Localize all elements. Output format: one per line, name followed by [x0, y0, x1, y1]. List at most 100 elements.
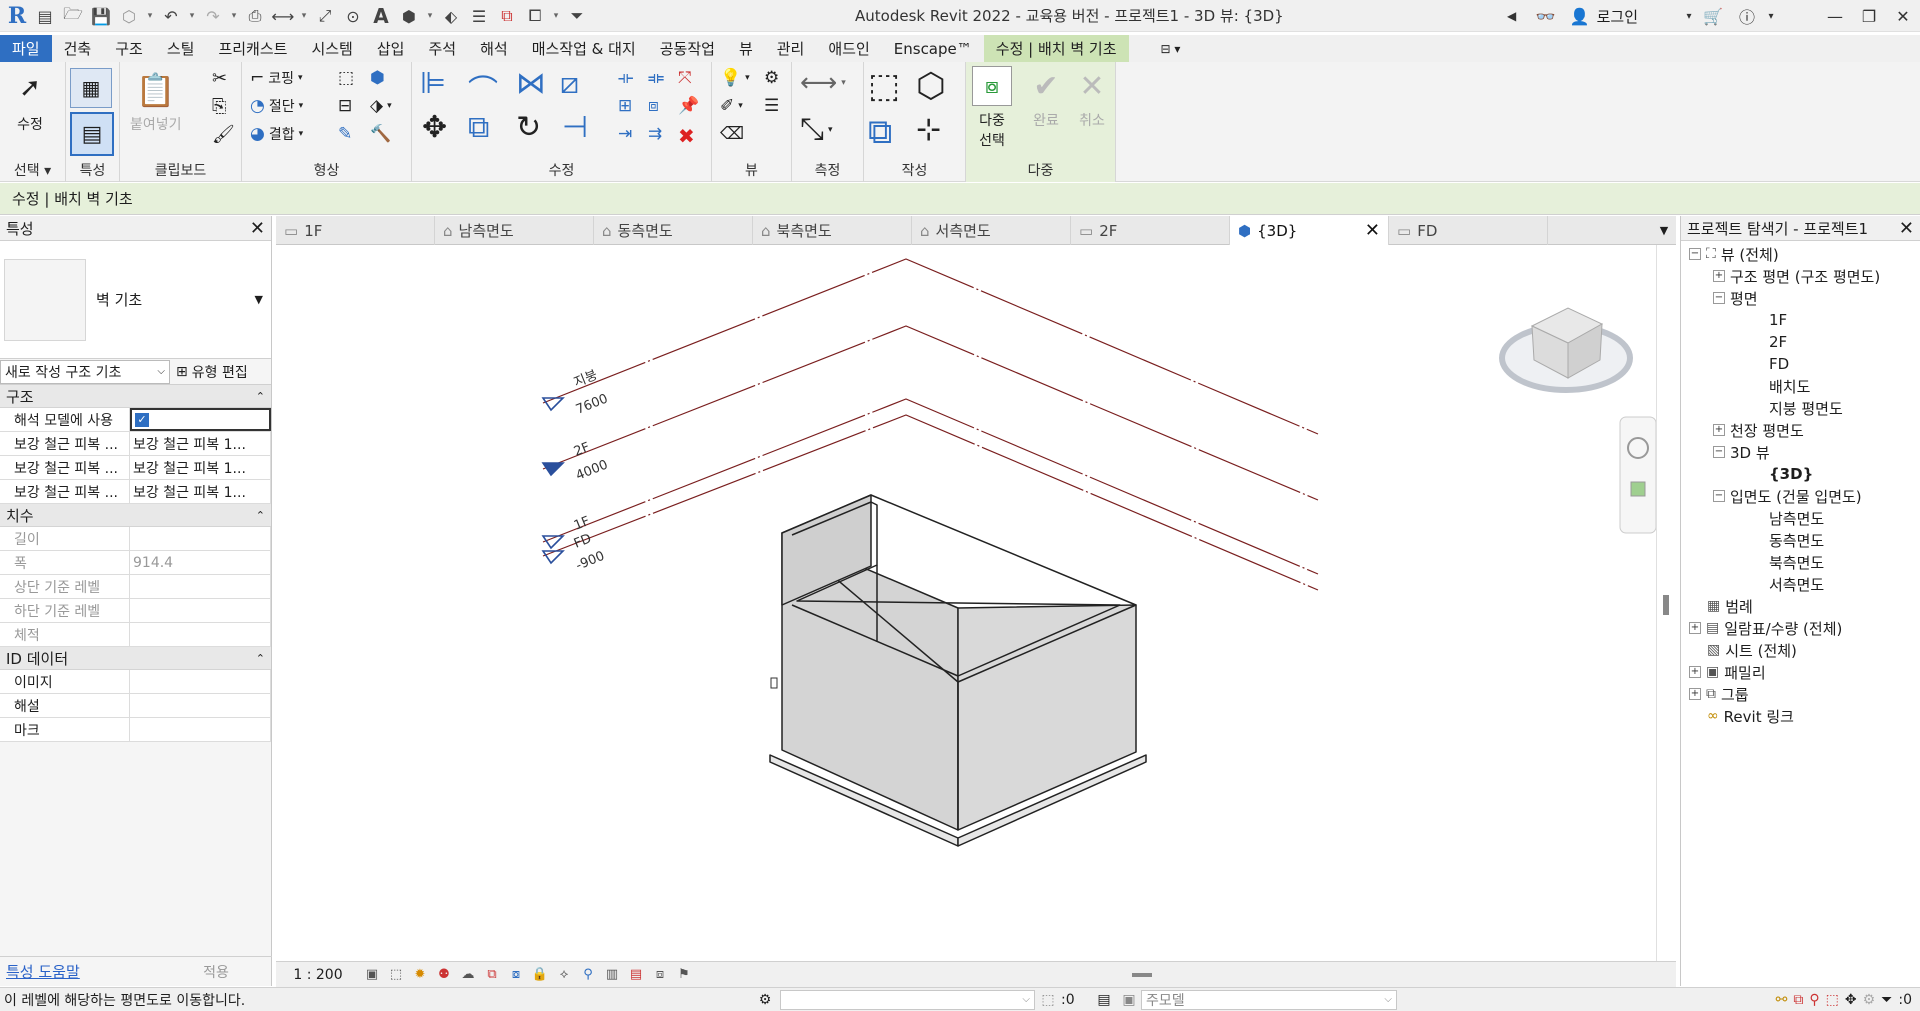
collapse-toggle[interactable]: − — [1713, 292, 1725, 304]
tab-view-west[interactable]: ⌂ 서측면도 — [912, 216, 1071, 245]
collapse-toggle[interactable]: − — [1689, 248, 1701, 260]
tree-node[interactable]: 남측면도 — [1769, 507, 1824, 529]
tab-view-1f[interactable]: ▭ 1F — [276, 216, 435, 245]
drag-elements-icon[interactable]: ✥ — [1845, 992, 1857, 1008]
thin-lines-view-icon[interactable]: ☰ — [764, 96, 779, 116]
cut-icon[interactable]: ✂ — [212, 68, 227, 89]
undo-icon[interactable]: ↶ — [158, 3, 184, 29]
tab-annotate[interactable]: 주석 — [416, 35, 468, 62]
edit-profile-icon[interactable]: ✎ — [338, 124, 352, 144]
scrollbar-thumb[interactable] — [1663, 595, 1669, 615]
analytical-model-icon[interactable]: ⧈ — [648, 965, 672, 985]
sun-path-icon[interactable]: ✹ — [408, 965, 432, 985]
collapse-toggle[interactable]: − — [1713, 446, 1725, 458]
modify-button[interactable]: ➚ 수정 — [12, 70, 48, 134]
chevron-down-icon[interactable]: ▾ — [550, 3, 562, 29]
revit-logo-icon[interactable]: R — [4, 3, 30, 29]
mirror-draw-icon[interactable]: ⧄ — [560, 66, 579, 101]
chevron-down-icon[interactable]: ▾ — [1764, 0, 1778, 32]
type-selector[interactable]: 벽 기초 ▼ — [0, 241, 271, 359]
delete-icon[interactable]: ✖ — [678, 124, 695, 148]
section-structure[interactable]: 구조 ⌃ — [0, 385, 271, 408]
property-value[interactable] — [130, 670, 271, 693]
hammer-icon[interactable]: 🔨 — [370, 124, 391, 144]
home-icon[interactable]: ▤ — [32, 3, 58, 29]
tab-massing-site[interactable]: 매스작업 & 대지 — [520, 35, 648, 62]
chevron-down-icon[interactable]: ▾ — [424, 3, 436, 29]
tab-enscape[interactable]: Enscape™ — [882, 35, 984, 62]
tab-structure[interactable]: 구조 — [103, 35, 155, 62]
split-face-icon[interactable]: ⬢ — [370, 68, 385, 88]
text-icon[interactable]: A — [368, 3, 394, 29]
unpin-icon[interactable]: ⤧ — [678, 68, 692, 88]
expand-toggle[interactable]: + — [1713, 424, 1725, 436]
copy-icon[interactable]: ⎘ — [212, 96, 226, 117]
property-value[interactable] — [130, 718, 271, 741]
split-gap-icon[interactable]: ⟚ — [648, 68, 664, 88]
tab-view-3d[interactable]: ⬢ {3D} ✕ — [1230, 216, 1389, 245]
edit-type-button[interactable]: ⊞ 유형 편집 — [170, 360, 271, 384]
dimension-icon[interactable]: ⤡ ▾ — [800, 112, 833, 147]
chevron-down-icon[interactable]: ▾ — [298, 3, 310, 29]
select-pinned-icon[interactable]: ⚲ — [1809, 992, 1819, 1008]
close-button[interactable]: ✕ — [1886, 0, 1920, 32]
properties-icon[interactable]: ▤ — [70, 112, 114, 156]
measure-icon[interactable]: ⟷ — [270, 3, 296, 29]
finish-button[interactable]: ✔ 완료 — [1026, 66, 1066, 130]
pin-icon[interactable]: 📌 — [678, 96, 699, 116]
tab-manage[interactable]: 관리 — [765, 35, 817, 62]
temporary-properties-icon[interactable]: ▥ — [600, 965, 624, 985]
tree-node[interactable]: + ▣ 패밀리 — [1689, 661, 1766, 683]
property-value[interactable]: 보강 철근 피복 1... — [130, 480, 271, 503]
worksets-icon[interactable]: ⚙ — [750, 992, 780, 1008]
tab-collaborate[interactable]: 공동작업 — [648, 35, 727, 62]
sync-icon[interactable]: ⬡ — [116, 3, 142, 29]
multi-select-button[interactable]: ⧇ 다중 선택 — [972, 66, 1012, 150]
tab-view-north[interactable]: ⌂ 북측면도 — [753, 216, 912, 245]
render-icon[interactable]: ☁ — [456, 965, 480, 985]
tab-view-south[interactable]: ⌂ 남측면도 — [435, 216, 594, 245]
section-icon[interactable]: ⬖ — [438, 3, 464, 29]
tree-node[interactable]: − ⛶ 뷰 (전체) — [1689, 243, 1779, 265]
open-icon[interactable]: 🗁 — [60, 3, 86, 29]
login-button[interactable]: 로그인 — [1597, 6, 1682, 27]
view-cube[interactable] — [1499, 307, 1633, 393]
linework-icon[interactable]: ✐ ▾ — [720, 96, 743, 116]
lock-view-icon[interactable]: 🔒 — [528, 965, 552, 985]
tab-analyze[interactable]: 해석 — [468, 35, 520, 62]
expand-toggle[interactable]: + — [1689, 622, 1701, 634]
tab-view-east[interactable]: ⌂ 동측면도 — [594, 216, 753, 245]
tab-file[interactable]: 파일 — [0, 35, 52, 62]
analytical-model-checkbox[interactable]: ✓ — [135, 412, 149, 427]
match-properties-icon[interactable]: 🖌 — [212, 124, 235, 145]
tab-systems[interactable]: 시스템 — [299, 35, 364, 62]
instance-filter-dropdown[interactable]: 새로 작성 구조 기초 ⌵ — [0, 359, 170, 384]
property-value[interactable]: ✓ — [130, 408, 271, 431]
design-option-dropdown[interactable]: 주모델 ⌵ — [1141, 989, 1397, 1010]
tree-node[interactable]: + 천장 평면도 — [1713, 419, 1804, 441]
save-icon[interactable]: 💾 — [88, 3, 114, 29]
eraser-icon[interactable]: ⌫ — [720, 124, 744, 144]
section-dimensions[interactable]: 치수 ⌃ — [0, 504, 271, 527]
tab-precast[interactable]: 프리캐스트 — [206, 35, 299, 62]
tab-overflow-menu[interactable]: ▼ — [1652, 216, 1676, 244]
detail-level-icon[interactable]: ▣ — [360, 965, 384, 985]
demolish-icon[interactable]: ⊟ — [338, 96, 352, 116]
close-icon[interactable]: ✕ — [250, 218, 265, 239]
lightbulb-icon[interactable]: 💡 ▾ — [720, 68, 750, 88]
tree-node[interactable]: ▦ 범례 — [1707, 595, 1753, 617]
binoculars-icon[interactable]: 👓 — [1529, 0, 1563, 32]
tree-node[interactable]: 북측면도 — [1769, 551, 1824, 573]
mirror-axis-icon[interactable]: ⋈ — [516, 66, 546, 101]
expand-toggle[interactable]: + — [1689, 666, 1701, 678]
tag-icon[interactable]: ⊙ — [340, 3, 366, 29]
create-parts-icon[interactable]: ⬚ — [868, 66, 900, 106]
create-group-icon[interactable]: ⧉ — [868, 112, 892, 152]
design-options-icon[interactable]: ▤ — [1091, 992, 1117, 1008]
join-button[interactable]: ◕ 결합 ▾ — [250, 124, 303, 144]
thin-lines-icon[interactable]: ☰ — [466, 3, 492, 29]
tree-node[interactable]: ▧ 시트 (전체) — [1707, 639, 1797, 661]
type-properties-icon[interactable]: ▦ — [70, 68, 112, 108]
override-graphics-icon[interactable]: ⚙ — [764, 68, 779, 88]
property-value[interactable] — [130, 694, 271, 717]
